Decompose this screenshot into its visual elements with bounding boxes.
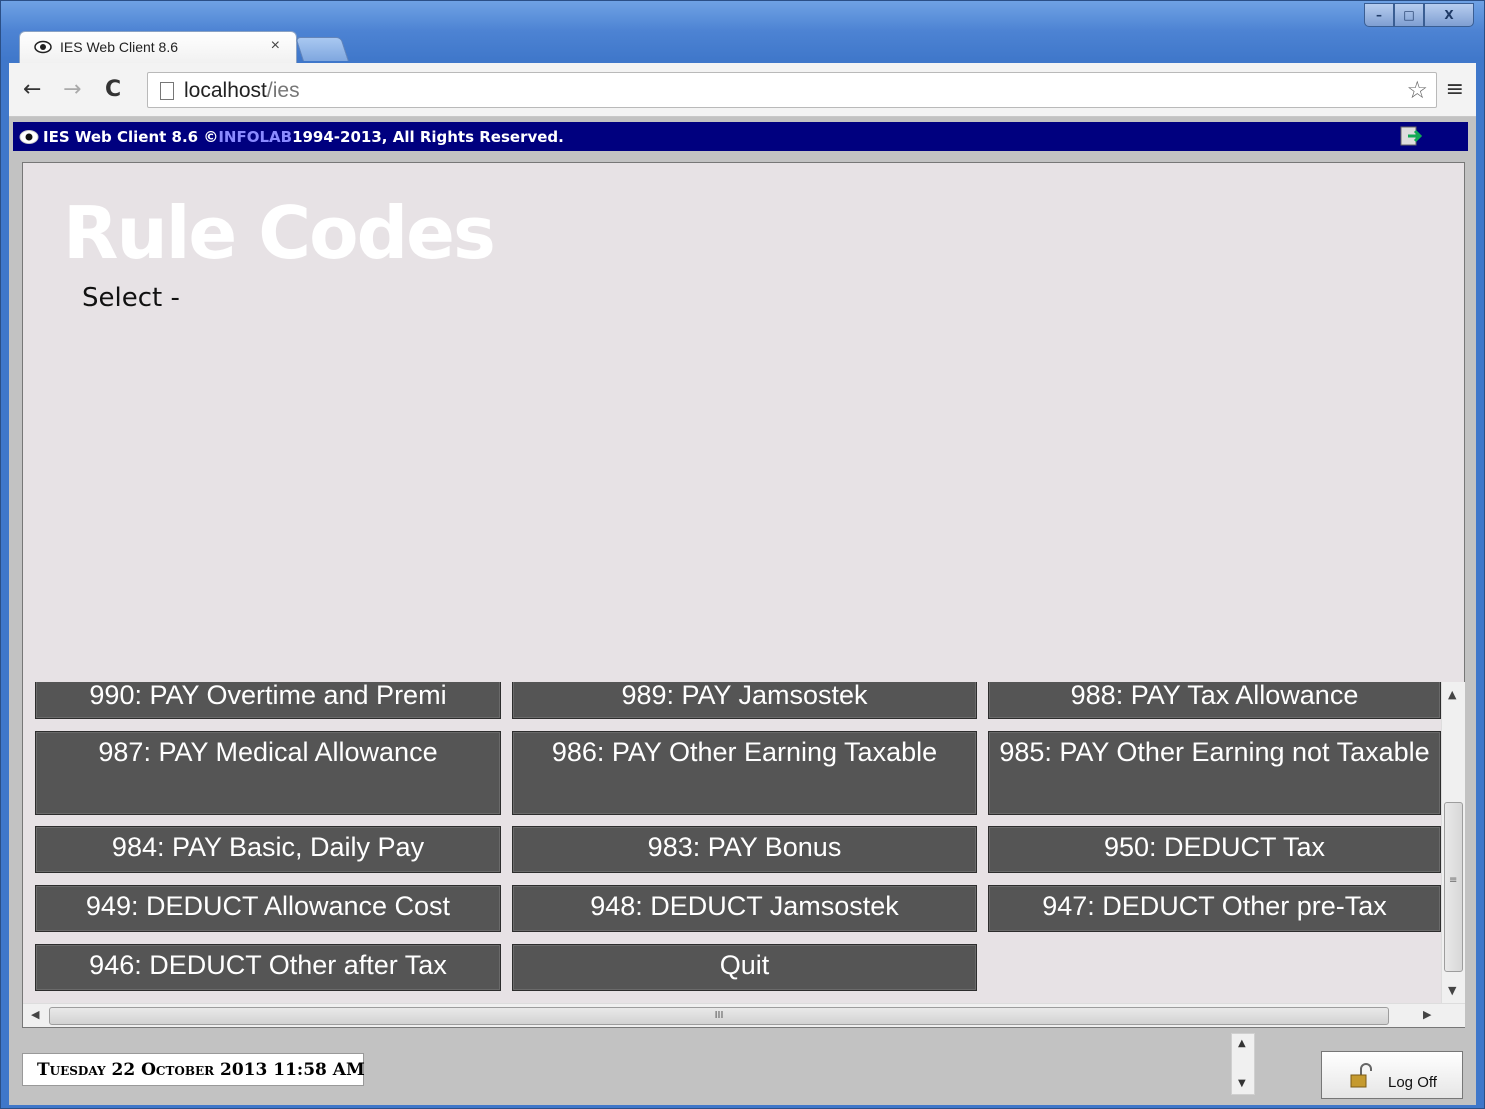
window-controls: – □ X <box>1364 3 1474 29</box>
forward-arrow-icon[interactable]: → <box>63 77 81 102</box>
app-header-suffix: 1994-2013, All Rights Reserved. <box>292 127 564 146</box>
browser-menu-icon[interactable]: ≡ <box>1446 77 1464 102</box>
log-off-button[interactable]: Log Off <box>1321 1051 1463 1099</box>
scroll-grip-icon: ≡ <box>1449 875 1458 886</box>
url-path: /ies <box>266 79 300 102</box>
rule-button-987[interactable]: 987: PAY Medical Allowance <box>35 731 501 815</box>
rule-button-988[interactable]: 988: PAY Tax Allowance <box>988 682 1441 719</box>
app-header-bar: IES Web Client 8.6 © INFOLAB 1994-2013, … <box>13 122 1468 151</box>
open-padlock-icon <box>1350 1063 1372 1088</box>
rule-button-946[interactable]: 946: DEDUCT Other after Tax <box>35 944 501 991</box>
bookmark-star-icon[interactable]: ☆ <box>1406 76 1428 105</box>
exit-arrow-icon[interactable] <box>1400 126 1422 146</box>
close-window-button[interactable]: X <box>1424 3 1474 27</box>
quit-button[interactable]: Quit <box>512 944 977 991</box>
date-time-text: Tuesday 22 October 2013 11:58 AM <box>37 1059 365 1080</box>
rule-button-grid: 990: PAY Overtime and Premi 989: PAY Jam… <box>23 682 1441 1003</box>
horizontal-scrollbar[interactable]: ◀ III ▶ <box>23 1003 1465 1027</box>
back-arrow-icon[interactable]: ← <box>23 77 41 102</box>
rule-button-950[interactable]: 950: DEDUCT Tax <box>988 826 1441 873</box>
select-prompt: Select - <box>82 283 180 313</box>
page-viewport: IES Web Client 8.6 © INFOLAB 1994-2013, … <box>9 117 1476 1105</box>
status-scroll-down-icon[interactable]: ▼ <box>1238 1078 1246 1089</box>
log-off-label: Log Off <box>1388 1074 1437 1091</box>
scroll-right-arrow-icon[interactable]: ▶ <box>1423 1008 1431 1021</box>
new-tab-button[interactable] <box>295 37 349 61</box>
page-icon <box>160 82 174 100</box>
browser-toolbar: ← → C localhost/ies ☆ ≡ <box>9 63 1476 117</box>
browser-window: IES Web Client 8.6 × – □ X ← → C localho… <box>0 0 1485 1109</box>
rule-button-989[interactable]: 989: PAY Jamsostek <box>512 682 977 719</box>
title-bar: IES Web Client 8.6 × – □ X <box>1 1 1484 63</box>
tab-close-icon[interactable]: × <box>271 37 280 55</box>
vertical-scroll-thumb[interactable]: ≡ <box>1444 802 1463 972</box>
rule-codes-panel: Rule Codes Select - 990: PAY Overtime an… <box>22 162 1465 1028</box>
date-time-display: Tuesday 22 October 2013 11:58 AM <box>22 1053 365 1086</box>
vertical-scrollbar[interactable]: ▲ ≡ ▼ <box>1441 682 1465 1003</box>
url-host: localhost <box>184 79 267 102</box>
minimize-button[interactable]: – <box>1364 3 1394 27</box>
rule-button-985[interactable]: 985: PAY Other Earning not Taxable <box>988 731 1441 815</box>
status-scroll-up-icon[interactable]: ▲ <box>1238 1038 1246 1049</box>
page-title: Rule Codes <box>63 191 496 275</box>
maximize-button[interactable]: □ <box>1394 3 1424 27</box>
scroll-down-arrow-icon[interactable]: ▼ <box>1448 984 1456 997</box>
app-header-prefix: IES Web Client 8.6 © <box>43 127 219 146</box>
ies-eye-icon <box>19 129 39 144</box>
scroll-up-arrow-icon[interactable]: ▲ <box>1448 688 1456 701</box>
rule-button-990[interactable]: 990: PAY Overtime and Premi <box>35 682 501 719</box>
browser-tab[interactable]: IES Web Client 8.6 × <box>19 31 297 63</box>
infolab-link[interactable]: INFOLAB <box>218 128 292 146</box>
rule-button-986[interactable]: 986: PAY Other Earning Taxable <box>512 731 977 815</box>
reload-icon[interactable]: C <box>105 77 121 102</box>
scroll-left-arrow-icon[interactable]: ◀ <box>31 1008 39 1021</box>
rule-button-948[interactable]: 948: DEDUCT Jamsostek <box>512 885 977 932</box>
rule-button-949[interactable]: 949: DEDUCT Allowance Cost <box>35 885 501 932</box>
rule-button-984[interactable]: 984: PAY Basic, Daily Pay <box>35 826 501 873</box>
url-text: localhost/ies <box>184 79 300 103</box>
tab-title: IES Web Client 8.6 <box>60 39 179 55</box>
rule-button-983[interactable]: 983: PAY Bonus <box>512 826 977 873</box>
address-bar[interactable]: localhost/ies ☆ <box>147 72 1437 108</box>
rule-button-947[interactable]: 947: DEDUCT Other pre-Tax <box>988 885 1441 932</box>
ies-eye-icon <box>34 40 52 54</box>
status-scroller[interactable]: ▲ ▼ <box>1231 1033 1255 1095</box>
horizontal-scroll-thumb[interactable]: III <box>49 1007 1389 1025</box>
